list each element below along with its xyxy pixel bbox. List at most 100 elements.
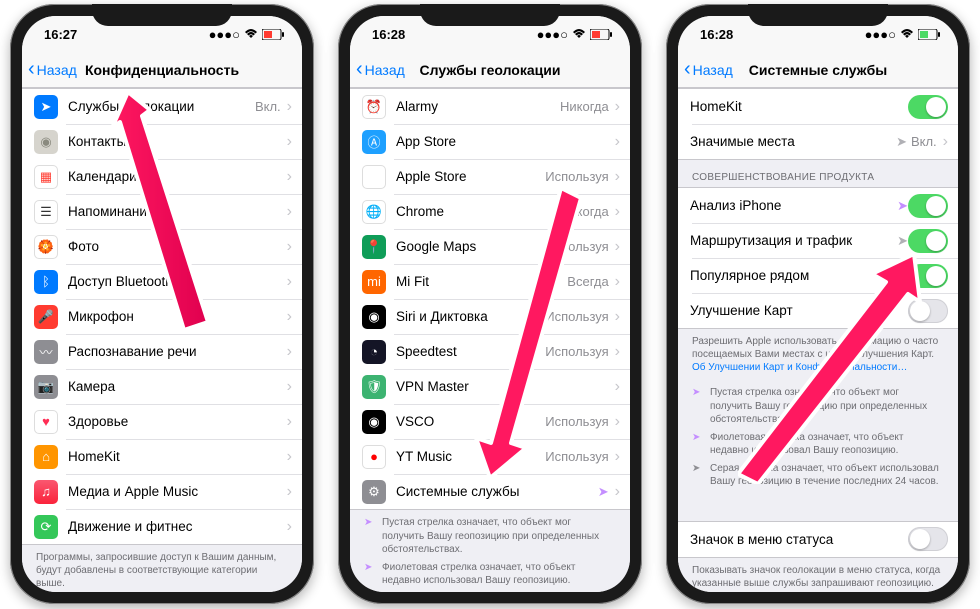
row-vpnmaster[interactable]: 🛡VPN Master› xyxy=(350,369,630,404)
row-status-icon[interactable]: Значок в меню статуса xyxy=(678,522,958,557)
row-popular-near[interactable]: Популярное рядом ➤ xyxy=(678,258,958,293)
chevron-right-icon: › xyxy=(287,483,292,501)
row-ytmusic[interactable]: ●YT MusicИспользуя› xyxy=(350,439,630,474)
chevron-right-icon: › xyxy=(615,273,620,291)
row-significant-locations[interactable]: Значимые места ➤ Вкл. › xyxy=(678,124,958,159)
chevron-left-icon: ‹ xyxy=(356,58,363,81)
row-mifit[interactable]: miMi FitВсегда› xyxy=(350,264,630,299)
row-camera[interactable]: 📷 Камера › xyxy=(22,369,302,404)
app-icon: ◉ xyxy=(362,305,386,329)
row-improve-maps[interactable]: Улучшение Карт xyxy=(678,293,958,328)
chevron-right-icon: › xyxy=(287,98,292,116)
content-scroll[interactable]: HomeKit Значимые места ➤ Вкл. › СОВЕРШЕН… xyxy=(678,88,958,592)
row-health[interactable]: ♥ Здоровье › xyxy=(22,404,302,439)
row-iphone-analytics[interactable]: Анализ iPhone ➤ xyxy=(678,188,958,223)
chevron-right-icon: › xyxy=(287,448,292,466)
signal-icon: ●●●○ xyxy=(537,27,568,42)
toggle-improve-maps[interactable] xyxy=(908,299,948,323)
location-arrow-icon: ➤ xyxy=(897,268,908,284)
signal-icon: ●●●○ xyxy=(209,27,240,42)
app-icon: ● xyxy=(362,445,386,469)
location-arrow-icon: ➤ xyxy=(897,198,908,214)
back-label: Назад xyxy=(37,62,77,78)
chevron-right-icon: › xyxy=(287,238,292,256)
row-routing-traffic[interactable]: Маршрутизация и трафик ➤ xyxy=(678,223,958,258)
chevron-right-icon: › xyxy=(615,343,620,361)
back-button[interactable]: ‹ Назад xyxy=(28,58,77,81)
row-contacts[interactable]: ◉ Контакты › xyxy=(22,124,302,159)
toggle-homekit[interactable] xyxy=(908,95,948,119)
location-arrow-icon: ➤ xyxy=(897,233,908,249)
row-motion[interactable]: ⟳ Движение и фитнес › xyxy=(22,509,302,544)
contacts-icon: ◉ xyxy=(34,130,58,154)
battery-icon xyxy=(590,29,612,40)
app-icon: ◉ xyxy=(362,410,386,434)
row-bluetooth[interactable]: ᛒ Доступ Bluetooth › xyxy=(22,264,302,299)
row-homekit[interactable]: HomeKit xyxy=(678,89,958,124)
footer-note-1: Программы, запросившие доступ к Вашим да… xyxy=(22,545,302,592)
wifi-icon xyxy=(244,29,258,39)
location-arrow-icon: ➤ xyxy=(598,484,609,500)
row-chrome[interactable]: 🌐ChromeНикогда› xyxy=(350,194,630,229)
chevron-right-icon: › xyxy=(615,448,620,466)
arrow-outline-icon: ➤ xyxy=(692,386,704,427)
row-vsco[interactable]: ◉VSCOИспользуя› xyxy=(350,404,630,439)
row-appstore[interactable]: ⒶApp Store› xyxy=(350,124,630,159)
content-scroll[interactable]: ⏰AlarmyНикогда› ⒶApp Store› Apple StoreИ… xyxy=(350,88,630,592)
phone-3: 16:28 ●●●○ ‹ Назад Системные службы Home… xyxy=(666,4,970,604)
row-alarmy[interactable]: ⏰AlarmyНикогда› xyxy=(350,89,630,124)
chevron-left-icon: ‹ xyxy=(684,58,691,81)
chevron-right-icon: › xyxy=(287,203,292,221)
row-calendars[interactable]: ▦ Календари › xyxy=(22,159,302,194)
content-scroll[interactable]: ➤ Службы геолокации Вкл. › ◉ Контакты › … xyxy=(22,88,302,592)
footer-mid: Разрешить Apple использовать информацию … xyxy=(678,329,958,380)
legend: ➤Пустая стрелка означает, что объект мог… xyxy=(350,510,630,592)
nav-bar: ‹ Назад Конфиденциальность xyxy=(22,52,302,88)
chevron-right-icon: › xyxy=(287,378,292,396)
chevron-right-icon: › xyxy=(287,273,292,291)
bluetooth-icon: ᛒ xyxy=(34,270,58,294)
arrow-gray-icon: ➤ xyxy=(692,462,704,489)
chevron-right-icon: › xyxy=(615,413,620,431)
chevron-right-icon: › xyxy=(615,308,620,326)
app-icon: ⏰ xyxy=(362,95,386,119)
row-homekit[interactable]: ⌂ HomeKit › xyxy=(22,439,302,474)
row-microphone[interactable]: 🎤 Микрофон › xyxy=(22,299,302,334)
app-icon: mi xyxy=(362,270,386,294)
app-icon: 📍 xyxy=(362,235,386,259)
music-icon: ♫ xyxy=(34,480,58,504)
toggle-popular[interactable] xyxy=(908,264,948,288)
chevron-right-icon: › xyxy=(287,343,292,361)
row-speedtest[interactable]: ◔SpeedtestИспользуя› xyxy=(350,334,630,369)
nav-title: Системные службы xyxy=(749,62,887,78)
arrow-purple-icon: ➤ xyxy=(692,431,704,458)
toggle-analytics[interactable] xyxy=(908,194,948,218)
row-googlemaps[interactable]: 📍Google MapsИспользуя› xyxy=(350,229,630,264)
chevron-right-icon: › xyxy=(615,483,620,501)
row-photos[interactable]: 🏵️ Фото › xyxy=(22,229,302,264)
chevron-right-icon: › xyxy=(615,203,620,221)
row-location-services[interactable]: ➤ Службы геолокации Вкл. › xyxy=(22,89,302,124)
chevron-right-icon: › xyxy=(287,168,292,186)
microphone-icon: 🎤 xyxy=(34,305,58,329)
row-applestore[interactable]: Apple StoreИспользуя› xyxy=(350,159,630,194)
back-button[interactable]: ‹ Назад xyxy=(684,58,733,81)
section-header: СОВЕРШЕНСТВОВАНИЕ ПРОДУКТА xyxy=(678,160,958,187)
arrow-gray-icon: ➤ xyxy=(364,592,376,593)
row-system-services[interactable]: ⚙Системные службы➤› xyxy=(350,474,630,509)
app-icon xyxy=(362,165,386,189)
row-siri[interactable]: ◉Siri и ДиктовкаИспользуя› xyxy=(350,299,630,334)
toggle-routing[interactable] xyxy=(908,229,948,253)
chevron-right-icon: › xyxy=(615,98,620,116)
signal-icon: ●●●○ xyxy=(865,27,896,42)
back-button[interactable]: ‹ Назад xyxy=(356,58,405,81)
chevron-right-icon: › xyxy=(287,133,292,151)
footer-bottom: Показывать значок геолокации в меню стат… xyxy=(678,558,958,593)
row-speech[interactable]: 〰 Распознавание речи › xyxy=(22,334,302,369)
row-reminders[interactable]: ☰ Напоминания › xyxy=(22,194,302,229)
clock: 16:27 xyxy=(44,27,77,42)
wifi-icon xyxy=(900,29,914,39)
privacy-link[interactable]: Об Улучшении Карт и Конфиденциальности… xyxy=(692,362,907,373)
toggle-status-icon[interactable] xyxy=(908,527,948,551)
row-media[interactable]: ♫ Медиа и Apple Music › xyxy=(22,474,302,509)
